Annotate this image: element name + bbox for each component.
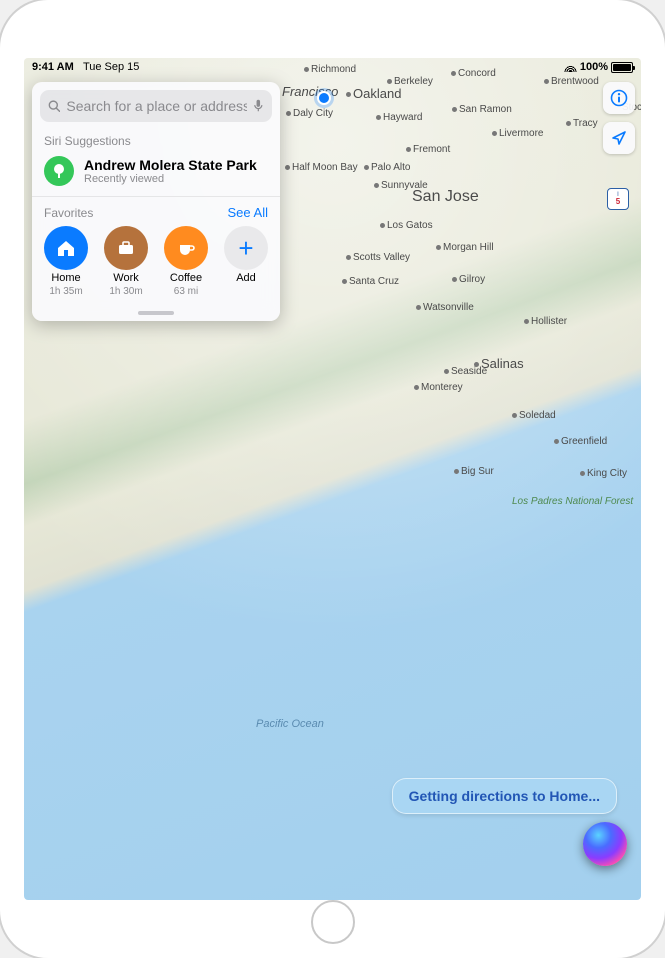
home-button[interactable] <box>311 900 355 944</box>
city-hollister: Hollister <box>524 316 567 327</box>
forest-label: Los Padres National Forest <box>512 496 633 507</box>
favorite-coffee[interactable]: Coffee 63 mi <box>158 226 214 297</box>
ipad-frame: Richmond Berkeley Concord Brentwood Fran… <box>0 0 665 958</box>
highway-shield-icon: I 5 <box>607 188 629 210</box>
city-bigsur: Big Sur <box>454 466 494 477</box>
battery-percent: 100% <box>580 61 608 73</box>
city-santacruz: Santa Cruz <box>342 276 399 287</box>
work-icon <box>104 226 148 270</box>
city-fremont: Fremont <box>406 144 450 155</box>
battery-icon <box>611 62 633 73</box>
home-icon <box>44 226 88 270</box>
suggestion-title: Andrew Molera State Park <box>84 157 257 173</box>
city-soledad: Soledad <box>512 410 556 421</box>
add-icon: + <box>224 226 268 270</box>
current-location-pin[interactable] <box>317 91 331 105</box>
city-monterey: Monterey <box>414 382 463 393</box>
map-info-button[interactable] <box>603 82 635 114</box>
search-icon <box>48 99 60 113</box>
favorites-see-all[interactable]: See All <box>228 205 268 220</box>
city-hayward: Hayward <box>376 112 422 123</box>
suggestion-subtitle: Recently viewed <box>84 173 257 185</box>
status-date: Tue Sep 15 <box>83 61 139 73</box>
city-morganhill: Morgan Hill <box>436 242 494 253</box>
city-seaside: Seaside <box>444 366 487 377</box>
dictation-icon[interactable] <box>253 98 264 114</box>
card-grabber[interactable] <box>138 311 174 315</box>
suggestion-row[interactable]: Andrew Molera State Park Recently viewed <box>32 150 280 197</box>
park-icon <box>44 156 74 186</box>
city-halfmoon: Half Moon Bay <box>285 162 358 173</box>
city-losgatos: Los Gatos <box>380 220 433 231</box>
siri-orb-icon[interactable] <box>583 822 627 866</box>
wifi-icon <box>564 62 577 72</box>
siri-response-text: Getting directions to Home... <box>409 788 600 804</box>
city-greenfield: Greenfield <box>554 436 607 447</box>
city-oakland: Oakland <box>346 86 401 101</box>
locate-me-button[interactable] <box>603 122 635 154</box>
screen: Richmond Berkeley Concord Brentwood Fran… <box>24 58 641 900</box>
favorite-work[interactable]: Work 1h 30m <box>98 226 154 297</box>
search-field[interactable] <box>40 90 272 122</box>
favorites-label: Favorites <box>44 206 93 220</box>
city-gilroy: Gilroy <box>452 274 485 285</box>
city-sanramon: San Ramon <box>452 104 512 115</box>
city-scottsvalley: Scotts Valley <box>346 252 410 263</box>
info-icon <box>610 89 628 107</box>
city-watsonville: Watsonville <box>416 302 474 313</box>
status-bar: 9:41 AM Tue Sep 15 100% <box>24 58 641 76</box>
siri-response-bubble[interactable]: Getting directions to Home... <box>392 778 617 814</box>
city-sanjose: San Jose <box>412 188 479 206</box>
city-brentwood: Brentwood <box>544 76 599 87</box>
city-paloalto: Palo Alto <box>364 162 410 173</box>
favorite-add[interactable]: + Add <box>218 226 274 297</box>
favorite-home[interactable]: Home 1h 35m <box>38 226 94 297</box>
city-dalycity: Daly City <box>286 108 333 119</box>
search-input[interactable] <box>66 98 247 114</box>
city-livermore: Livermore <box>492 128 543 139</box>
location-arrow-icon <box>610 129 628 147</box>
ocean-label: Pacific Ocean <box>256 718 324 730</box>
siri-suggestions-label: Siri Suggestions <box>32 130 280 150</box>
coffee-icon <box>164 226 208 270</box>
status-time: 9:41 AM <box>32 61 74 73</box>
city-tracy: Tracy <box>566 118 598 129</box>
city-kingcity: King City <box>580 468 627 479</box>
search-card: Siri Suggestions Andrew Molera State Par… <box>32 82 280 321</box>
